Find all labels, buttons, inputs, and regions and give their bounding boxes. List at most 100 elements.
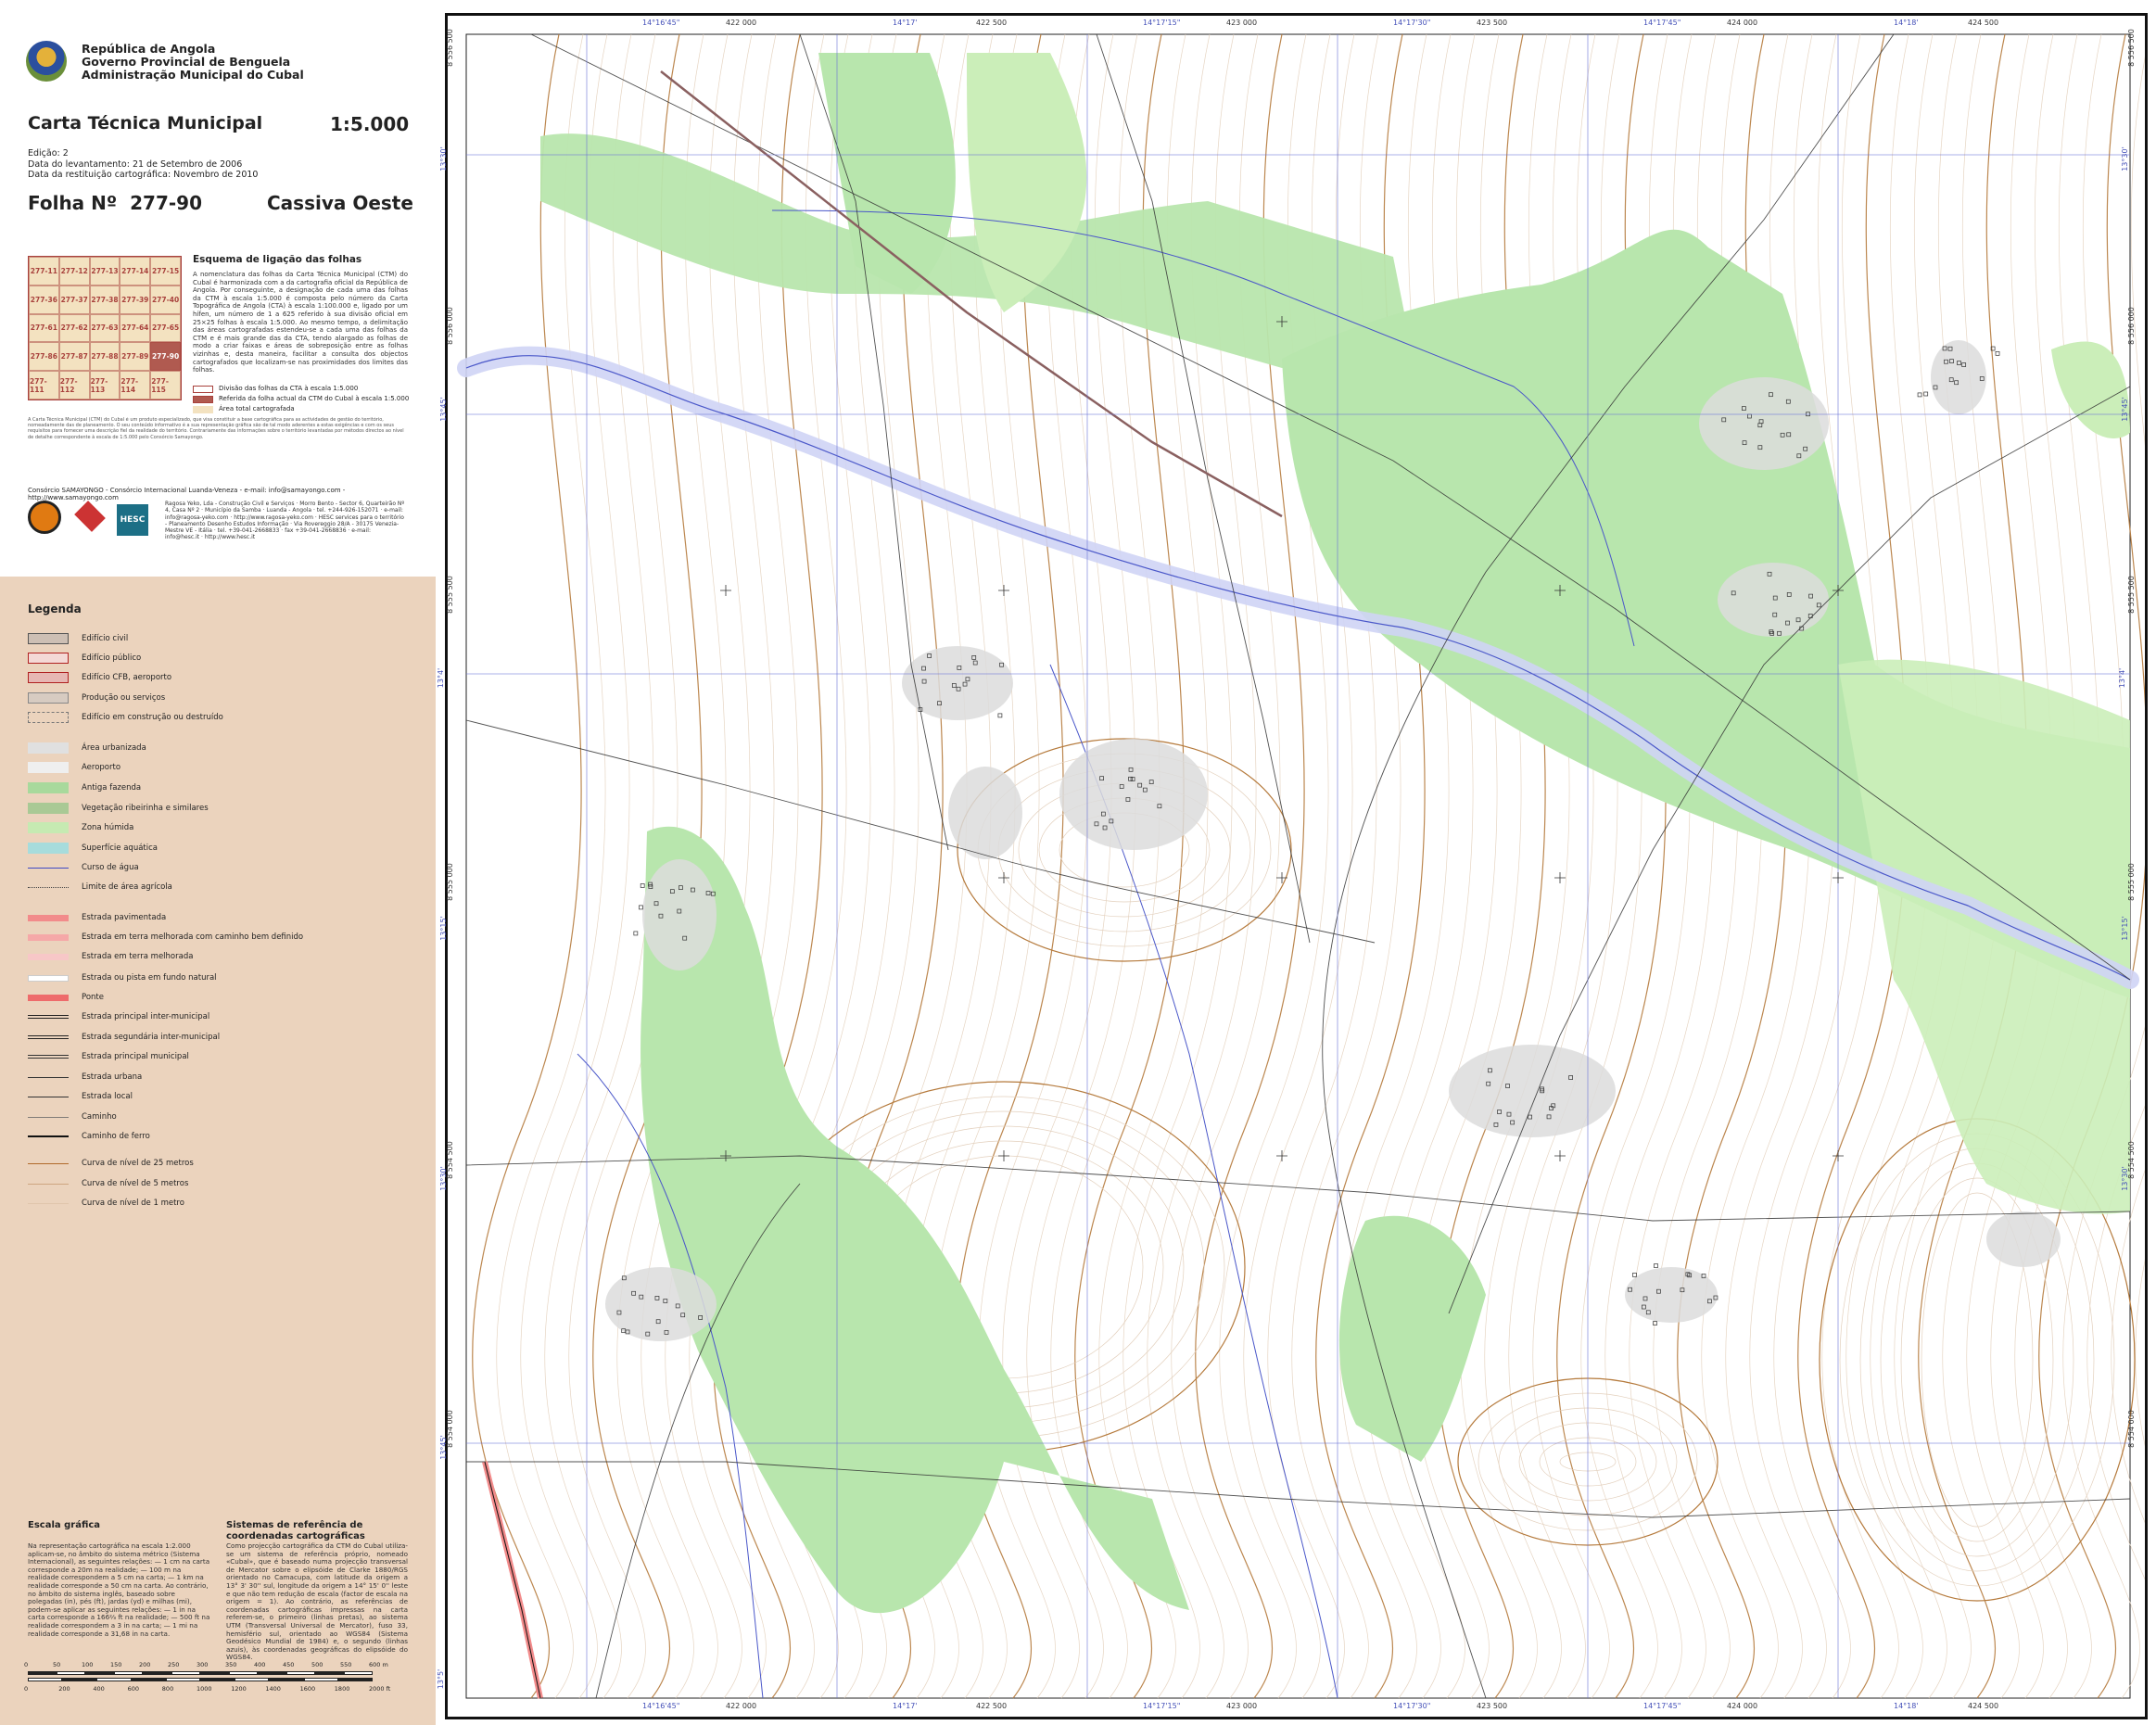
legend-item-label: Estrada em terra melhorada [82,952,194,961]
index-legend-label: Área total cartografada [219,405,295,412]
legend-item-label: Estrada principal inter-municipal [82,1012,210,1021]
left-coordinate-label: 13°5' [437,1668,446,1690]
legend-item: Área urbanizada [28,742,146,755]
legend-swatch-icon [28,1035,69,1039]
scale-meter-segment [200,1671,229,1675]
consortium-line: Consórcio SAMAYONGO - Consórcio Internac… [28,487,346,501]
legend-item: Estrada em terra melhorada com caminho b… [28,931,303,944]
heading-line-1: República de Angola [82,42,216,56]
right-coordinate-label: 13°30' [2120,146,2129,171]
legend-swatch-icon [28,762,69,773]
top-coordinate-label: 423 500 [1477,19,1508,27]
legend-swatch-icon [28,1183,69,1185]
bottom-coordinate-label: 14°17' [893,1702,918,1710]
left-coordinate-label: 8 556 000 [445,307,454,345]
top-coordinate-label: 422 000 [726,19,757,27]
left-coordinate-label: 8 555 500 [445,576,454,614]
sheet-index-cell: 277-88 [89,342,120,372]
scale-feet-segment [200,1678,235,1681]
top-coordinate-label: 422 500 [976,19,1008,27]
scale-meter-segment [229,1671,258,1675]
crs-section-title: Sistemas de referência de coordenadas ca… [226,1520,365,1541]
left-coordinate-label: 8 556 500 [445,29,454,67]
bottom-coordinate-label: 423 000 [1226,1702,1258,1710]
scale-meter-segment [286,1671,315,1675]
left-coordinate-label: 13°15' [438,916,448,941]
right-coordinate-label: 13°45' [2120,397,2129,422]
settlement-area [1625,1267,1718,1323]
bottom-coordinate-label: 424 500 [1968,1702,1999,1710]
scale-feet-tick-label: 1800 [334,1685,350,1693]
legend-swatch-icon [28,1162,69,1164]
legend-swatch-icon [28,1015,69,1019]
angola-emblem-icon [26,41,67,82]
restitution-date-line: Data da restituição cartográfica: Novemb… [28,170,259,180]
legend-item-label: Estrada principal municipal [82,1052,189,1061]
legend-item-label: Curva de nível de 5 metros [82,1179,189,1188]
scale-feet-segment [28,1678,63,1681]
legend-item-label: Produção ou serviços [82,693,166,703]
legend-item: Ponte [28,991,104,1004]
index-legend-label: Divisão das folhas da CTA à escala 1:5.0… [219,385,359,392]
sidebar-header-panel: República de Angola Governo Provincial d… [0,0,436,577]
legend-item: Edifício em construção ou destruído [28,711,223,724]
legend-item: Produção ou serviços [28,691,165,704]
legend-swatch-icon [28,1135,69,1137]
legend-item: Edifício CFB, aeroporto [28,671,171,684]
scale-feet-tick-label: 1200 [231,1685,247,1693]
top-coordinate-label: 14°17'45" [1643,19,1681,27]
legend-item-label: Antiga fazenda [82,783,142,793]
sheet-index-cell: 277-90 [150,342,181,372]
index-division-swatch-icon [193,385,213,393]
legend-swatch-icon [28,672,69,683]
topographic-map[interactable] [448,16,2145,1717]
scale-feet-tick-label: 2000 ft [369,1685,391,1693]
sheet-index-cell: 277-89 [120,342,151,372]
scale-meter-segment [57,1671,85,1675]
legend-item-label: Área urbanizada [82,743,146,753]
scale-meter-segment [171,1671,200,1675]
sheet-index-cell: 277-37 [58,285,90,314]
legend-item-label: Limite de área agrícola [82,882,172,892]
legend-item: Estrada segundária inter-municipal [28,1031,220,1044]
scale-meter-tick-label: 150 [110,1661,122,1668]
map-frame[interactable]: 14°16'45" 422 000 14°17' 422 500 14°17'15" 42… [437,13,2148,1719]
legend-item-label: Caminho de ferro [82,1132,150,1141]
scale-meter-tick-label: 450 [283,1661,295,1668]
scale-meter-segment [114,1671,143,1675]
settlement-area [948,767,1022,859]
legend-swatch-icon [28,1116,69,1118]
legend-item: Zona húmida [28,821,133,834]
index-legend-row: Divisão das folhas da CTA à escala 1:5.0… [193,384,409,394]
legend-item: Limite de área agrícola [28,881,172,894]
legend-item: Curso de água [28,861,139,874]
legend-swatch-icon [28,692,69,704]
legend-swatch-icon [28,974,69,982]
legend-item: Estrada em terra melhorada [28,950,193,963]
legend-item-label: Curva de nível de 25 metros [82,1159,194,1168]
sheet-index-cell: 277-111 [29,371,59,400]
right-coordinate-label: 8 555 000 [2126,863,2136,901]
legend-swatch-icon [28,803,69,814]
scale-feet-segment [269,1678,304,1681]
left-coordinate-label: 13°45' [438,397,448,422]
scale-feet-segment [96,1678,132,1681]
legend-swatch-icon [28,867,69,869]
scale-meter-tick-label: 400 [254,1661,266,1668]
scale-section-title: Escala gráfica [28,1520,101,1530]
scale-meter-segment [315,1671,344,1675]
graphic-scale-bar: 0 50 100 150 200 250 300 350 400 450 500 550 600 m 0 2… [24,1661,390,1707]
bottom-coordinate-label: 14°17'30" [1393,1702,1431,1710]
edition-info: Edição: 2 Data do levantamento: 21 de Se… [28,148,258,181]
sheet-index-map: 277-11 277-12 277-13 277-14 277-15 277-36 277-… [28,256,182,400]
scale-meter-tick-label: 550 [340,1661,352,1668]
top-coordinate-label: 423 000 [1226,19,1258,27]
heading-line-2: Governo Provincial de Benguela [82,55,291,69]
legend-item: Caminho [28,1110,117,1123]
scale-meter-tick-label: 50 [53,1661,61,1668]
survey-date-line: Data do levantamento: 21 de Setembro de … [28,159,243,170]
settlement-area [1986,1211,2061,1267]
bottom-coordinate-label: 14°18' [1894,1702,1919,1710]
scale-meter-tick-label: 200 [139,1661,151,1668]
heading-line-3: Administração Municipal do Cubal [82,68,304,82]
